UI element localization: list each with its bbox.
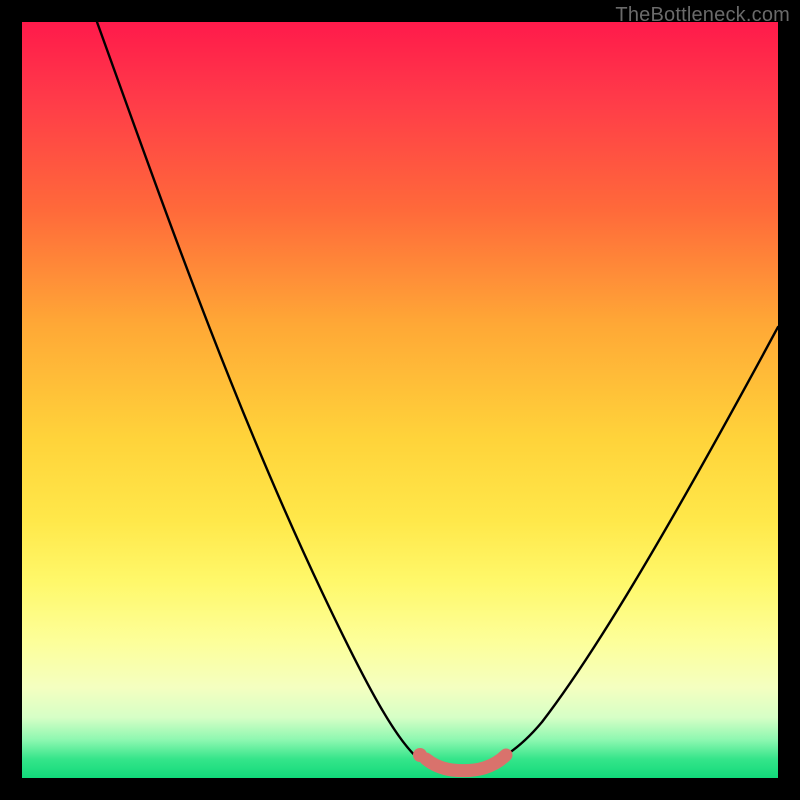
curve-layer	[22, 22, 778, 778]
watermark-text: TheBottleneck.com	[615, 4, 790, 27]
bottleneck-curve	[97, 22, 778, 769]
chart-frame: TheBottleneck.com	[0, 0, 800, 800]
plot-area	[22, 22, 778, 778]
optimal-band-markers	[413, 748, 506, 771]
